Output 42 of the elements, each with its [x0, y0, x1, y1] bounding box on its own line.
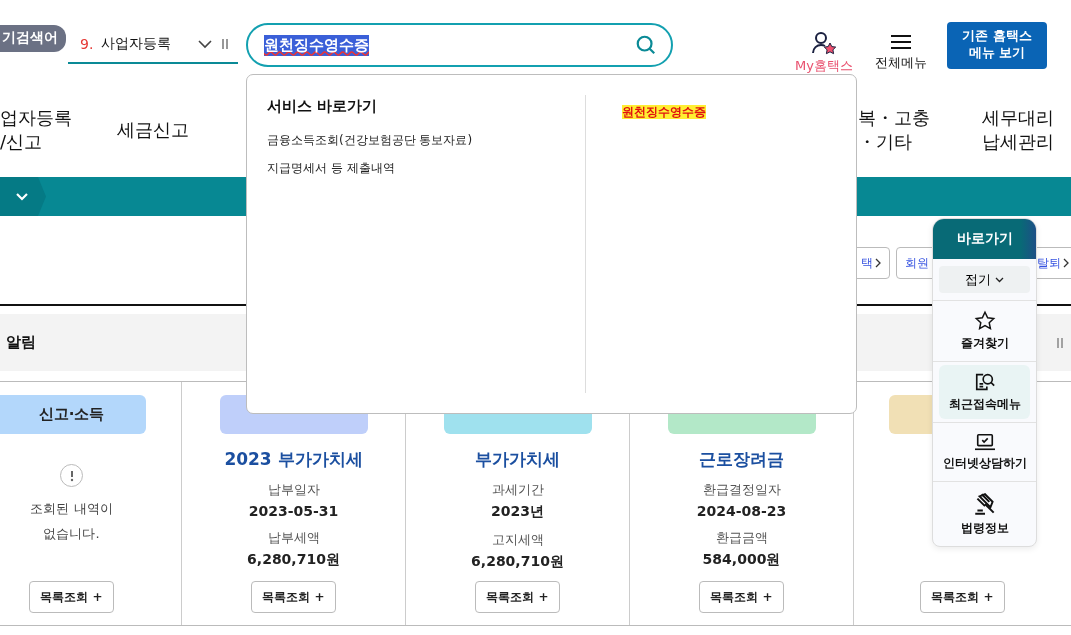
- card-title: 2023 부가가치세: [224, 448, 363, 471]
- field-label: 납부일자: [267, 481, 320, 499]
- field-value: 584,000원: [702, 551, 781, 569]
- all-menu-link[interactable]: 전체메뉴: [874, 34, 927, 72]
- service-link[interactable]: 금융소득조회(건강보험공단 통보자료): [267, 132, 565, 149]
- nav-menu-item[interactable]: 세무대리 납세관리: [981, 105, 1071, 155]
- collapse-button[interactable]: 접기: [939, 266, 1030, 293]
- quick-menu-item[interactable]: 최근접속메뉴: [939, 365, 1030, 419]
- field-value: 2023년: [491, 503, 544, 521]
- legacy-menu-button[interactable]: 기존 홈택스 메뉴 보기: [946, 21, 1047, 69]
- nav-menu-item[interactable]: 업자등록 /신고: [0, 105, 117, 155]
- list-view-button[interactable]: 목록조회 +: [699, 581, 784, 613]
- field-label: 고지세액: [491, 531, 544, 549]
- empty-message: 조회된 내역이 없습니다.: [29, 500, 114, 543]
- section-title: 서비스 바로가기: [267, 97, 379, 116]
- card-title: 근로장려금: [699, 448, 784, 471]
- popular-keyword-select[interactable]: 9. 사업자등록: [68, 26, 238, 64]
- quick-menu-item[interactable]: 인터넷상담하기: [939, 426, 1030, 478]
- list-view-button[interactable]: 목록조회 +: [251, 581, 336, 613]
- card-title: 부가가치세: [475, 448, 560, 471]
- field-label: 환급금액: [715, 529, 768, 547]
- list-view-button[interactable]: 목록조회 +: [920, 581, 1005, 613]
- nav-menu-item[interactable]: 복・고충 ・기타: [857, 105, 982, 155]
- quick-menu-item[interactable]: 법령정보: [939, 485, 1030, 543]
- field-label: 납부세액: [267, 529, 320, 547]
- field-value: 2023-05-31: [248, 503, 339, 519]
- search-field[interactable]: 원천징수영수증: [246, 23, 673, 67]
- popular-search-badge: 기검색어: [0, 25, 66, 52]
- field-value: 6,280,710원: [471, 553, 564, 571]
- field-value: 2024-08-23: [696, 503, 787, 519]
- search-suggestion[interactable]: 원천징수영수증: [622, 105, 706, 119]
- field-label: 과세기간: [491, 481, 544, 499]
- notice-title: 알림: [6, 333, 36, 352]
- list-view-button[interactable]: 목록조회 +: [29, 581, 114, 613]
- field-value: 6,280,710원: [247, 551, 340, 569]
- service-link[interactable]: 지급명세서 등 제출내역: [267, 160, 565, 177]
- category-tag: 신고·소득: [0, 395, 146, 434]
- quick-panel-title: 바로가기: [933, 219, 1036, 259]
- my-hometax-link[interactable]: My홈택스: [795, 31, 853, 75]
- list-view-button[interactable]: 목록조회 +: [475, 581, 560, 613]
- field-label: 환급결정일자: [702, 481, 781, 499]
- quick-menu-item[interactable]: 즐겨찾기: [939, 304, 1030, 358]
